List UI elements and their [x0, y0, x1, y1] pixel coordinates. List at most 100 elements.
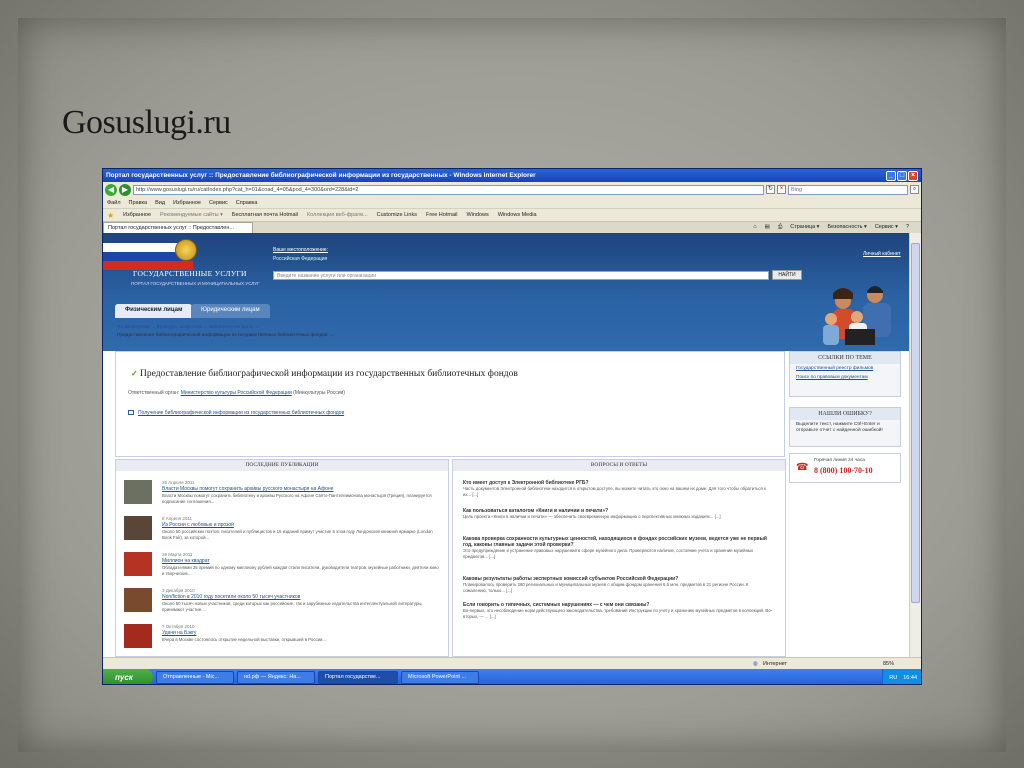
- publication-thumbnail[interactable]: [124, 588, 152, 612]
- window-titlebar[interactable]: Портал государственных услуг :: Предоста…: [103, 169, 921, 182]
- personal-cabinet-link[interactable]: Личный кабинет: [863, 251, 901, 257]
- safety-menu[interactable]: Безопасность ▾: [827, 224, 866, 231]
- menu-item[interactable]: Вид: [155, 200, 165, 206]
- vertical-scrollbar[interactable]: [909, 233, 921, 657]
- site-brand[interactable]: ГОСУДАРСТВЕННЫЕ УСЛУГИ: [133, 269, 247, 278]
- document-icon: [128, 410, 134, 416]
- publication-date: 3 Декабря 2010: [162, 588, 195, 593]
- search-input[interactable]: Bing: [788, 184, 908, 195]
- slide-title: Gosuslugi.ru: [62, 104, 231, 141]
- service-doc-link[interactable]: Получение библиографической информации и…: [128, 410, 344, 416]
- publication-excerpt: Около 50 тысяч новых участников, среди к…: [162, 601, 423, 612]
- questions-title: ВОПРОСЫ И ОТВЕТЫ: [453, 460, 785, 471]
- responsible-department: Ответственный орган: Министерство культу…: [128, 390, 345, 396]
- site-search-button[interactable]: НАЙТИ: [772, 270, 802, 280]
- publication-link[interactable]: Миллион на квадрат: [162, 558, 210, 564]
- favorites-link[interactable]: Бесплатная почта Hotmail: [232, 212, 298, 218]
- system-tray: RU 16:44: [882, 669, 921, 684]
- maximize-icon[interactable]: □: [897, 170, 907, 181]
- refresh-icon[interactable]: ↻: [766, 185, 775, 194]
- page-content: ГОСУДАРСТВЕННЫЕ УСЛУГИ ПОРТАЛ ГОСУДАРСТВ…: [103, 233, 911, 657]
- dept-link[interactable]: Министерство культуры Российской Федерац…: [181, 390, 292, 396]
- close-icon[interactable]: ×: [908, 170, 918, 181]
- related-links-panel: ССЫЛКИ ПО ТЕМЕ Государственный реестр фи…: [789, 351, 901, 397]
- browser-window: Портал государственных услуг :: Предоста…: [102, 168, 922, 685]
- list-item: Кто имеет доступ к Электронной библиотек…: [463, 480, 773, 497]
- forward-icon[interactable]: ▶: [119, 183, 131, 196]
- scrollbar-thumb[interactable]: [911, 243, 920, 603]
- favorites-link[interactable]: Windows: [466, 212, 488, 218]
- site-search-input[interactable]: Введите название услуги или организации: [273, 271, 769, 280]
- report-error-panel: НАШЛИ ОШИБКУ? Выделите текст, нажмите Ct…: [789, 407, 901, 447]
- page-menu[interactable]: Страница ▾: [790, 224, 819, 231]
- publication-link[interactable]: Non/fiction в 2010 году посетили около 5…: [162, 594, 300, 600]
- hotline-label: Горячая линия 24 часа: [814, 458, 865, 463]
- related-link[interactable]: Государственный реестр фильмов: [790, 364, 900, 373]
- tab-individuals[interactable]: Физическим лицам: [115, 304, 193, 318]
- service-card: ✓ Предоставление библиографической инфор…: [115, 351, 785, 457]
- taskbar-item[interactable]: нd.рф — Яндекс: На...: [237, 671, 315, 684]
- publication-date: 25 Апреля 2011: [162, 480, 195, 485]
- answer-excerpt: Часть документов Электронной библиотеки …: [463, 486, 766, 497]
- doc-link-label[interactable]: Получение библиографической информации и…: [138, 410, 344, 416]
- favorites-link[interactable]: Windows Media: [498, 212, 537, 218]
- url-input[interactable]: http://www.gosuslugi.ru/ru/catIndex.php?…: [133, 184, 764, 195]
- related-link[interactable]: Поиск по правовым документам: [790, 373, 900, 382]
- menu-item[interactable]: Избранное: [173, 200, 201, 206]
- zoom-level[interactable]: 85%: [883, 661, 894, 667]
- home-icon[interactable]: ⌂: [753, 224, 756, 231]
- publications-title: ПОСЛЕДНИЕ ПУБЛИКАЦИИ: [116, 460, 448, 471]
- hotline-panel: ☎ Горячая линия 24 часа 8 (800) 100-70-1…: [789, 453, 901, 483]
- start-button[interactable]: пуск: [103, 669, 153, 684]
- tools-menu[interactable]: Сервис ▾: [875, 224, 898, 231]
- browser-tab[interactable]: Портал государственных услуг :: Предоста…: [103, 221, 253, 234]
- menu-item[interactable]: Сервис: [209, 200, 228, 206]
- search-icon[interactable]: ⌕: [910, 185, 919, 194]
- favorites-link[interactable]: Free Hotmail: [426, 212, 457, 218]
- print-icon[interactable]: ⎙: [778, 224, 782, 231]
- publication-link[interactable]: Удачи на Бэкгу: [162, 630, 196, 636]
- stop-icon[interactable]: ×: [777, 185, 786, 194]
- favorites-star-icon[interactable]: ★: [107, 211, 114, 220]
- command-bar: ⌂ ▤ ⎙ Страница ▾ Безопасность ▾ Сервис ▾…: [753, 224, 921, 231]
- breadcrumb[interactable]: По категориям → Культура, искусство → Би…: [117, 325, 259, 330]
- window-title: Портал государственных услуг :: Предоста…: [106, 172, 536, 179]
- questions-panel: ВОПРОСЫ И ОТВЕТЫ Кто имеет доступ к Элек…: [452, 459, 786, 657]
- tab-legal-entities[interactable]: Юридическим лицам: [191, 304, 270, 318]
- publication-date: 7 Октября 2010: [162, 624, 195, 629]
- menu-item[interactable]: Справка: [236, 200, 258, 206]
- taskbar-item[interactable]: Microsoft PowerPoint ...: [401, 671, 479, 684]
- help-icon[interactable]: ?: [906, 224, 909, 231]
- menu-item[interactable]: Файл: [107, 200, 121, 206]
- favorites-link[interactable]: Коллекция веб-фрагм...: [307, 212, 368, 218]
- feeds-icon[interactable]: ▤: [765, 224, 770, 231]
- publication-thumbnail[interactable]: [124, 480, 152, 504]
- taskbar-item-active[interactable]: Портал государстве...: [318, 671, 398, 684]
- favorites-link[interactable]: Рекомендуемые сайты ▾: [160, 212, 223, 218]
- clock: 16:44: [903, 674, 917, 681]
- publication-link[interactable]: Власти Москвы помогут сохранить архивы р…: [162, 486, 333, 492]
- publication-thumbnail[interactable]: [124, 552, 152, 576]
- taskbar: пуск Отправленные - Mic... нd.рф — Яндек…: [103, 669, 921, 684]
- language-indicator[interactable]: RU: [889, 675, 897, 681]
- favorites-button[interactable]: Избранное: [123, 212, 151, 218]
- publication-excerpt: Власти Москвы помогут сохранить библиоте…: [162, 493, 432, 504]
- publication-thumbnail[interactable]: [124, 516, 152, 540]
- favorites-link[interactable]: Customize Links: [377, 212, 417, 218]
- menu-item[interactable]: Правка: [129, 200, 148, 206]
- taskbar-item[interactable]: Отправленные - Mic...: [156, 671, 234, 684]
- site-header: ГОСУДАРСТВЕННЫЕ УСЛУГИ ПОРТАЛ ГОСУДАРСТВ…: [103, 233, 911, 351]
- dept-label: Ответственный орган:: [128, 390, 180, 396]
- site-subtitle: ПОРТАЛ ГОСУДАРСТВЕННЫХ И МУНИЦИПАЛЬНЫХ У…: [131, 281, 260, 286]
- publication-link[interactable]: Из России с любовью и прозой: [162, 522, 234, 528]
- family-photo: [823, 286, 891, 345]
- minimize-icon[interactable]: _: [886, 170, 896, 181]
- location-link[interactable]: Ваше местоположение:: [273, 247, 328, 253]
- status-bar: ◍ Интернет 85%: [103, 657, 921, 669]
- question-link[interactable]: Какова проверка сохранности культурных ц…: [463, 536, 773, 548]
- back-icon[interactable]: ◀: [105, 183, 117, 196]
- publication-thumbnail[interactable]: [124, 624, 152, 648]
- answer-excerpt: Цель проекта «Книги в наличии и печати» …: [463, 514, 721, 519]
- publications-panel: ПОСЛЕДНИЕ ПУБЛИКАЦИИ 25 Апреля 2011 Влас…: [115, 459, 449, 657]
- phone-icon: ☎: [796, 462, 809, 473]
